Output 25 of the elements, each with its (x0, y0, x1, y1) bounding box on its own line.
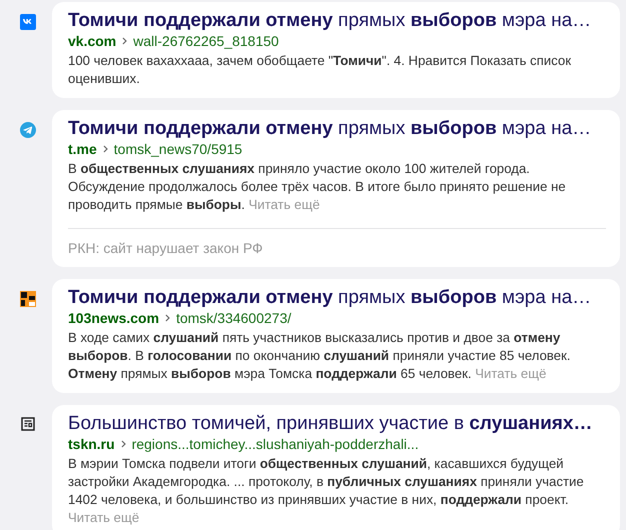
chevron-icon (165, 314, 170, 322)
result-snippet: В ходе самих слушаний пять участников высказались против и двое за отмену выборов. В голосовании по окончанию слушаний приняли участие 85 человек. Отмену прямых выборов мэра Томска поддержали 65 человек. Читать ещё (68, 329, 572, 383)
vk-logo-icon (20, 14, 36, 30)
path-link[interactable]: wall-26762265_818150 (133, 32, 279, 50)
result-title-link[interactable]: Томичи поддержали отмену прямых выборов мэра на… (68, 10, 606, 32)
domain-link[interactable]: t.me (68, 140, 97, 158)
result-snippet: В мэрии Томска подвели итоги общественных слушаний, касавшихся будущей застройки Академгородка. ... протоколу, в публичных слушаниях приняли участие 1402 человека, и большинство из принявших участие в них, поддержали проект. Читать ещё (68, 455, 585, 527)
result-snippet: 100 человек вахаххааа, зачем обобщаете "Томичи". 4. Нравится Показать список оценивших. (68, 52, 572, 88)
chevron-icon (102, 145, 108, 153)
result-title-link[interactable]: Томичи поддержали отмену прямых выборов мэра на… (68, 118, 606, 140)
domain-link[interactable]: 103news.com (68, 309, 160, 327)
path-link[interactable]: tomsk/334600273/ (176, 309, 292, 327)
chevron-icon (120, 440, 126, 448)
chevron-icon (122, 37, 128, 45)
domain-link[interactable]: tskn.ru (68, 435, 115, 453)
paper-plane-icon (20, 122, 36, 138)
result-title-link[interactable]: Томичи поддержали отмену прямых выборов мэра на… (68, 287, 606, 309)
domain-link[interactable]: vk.com (68, 32, 116, 50)
warning-text: РКН: сайт нарушает закон РФ (68, 239, 264, 257)
document-icon (21, 417, 35, 431)
grid-logo-icon (20, 291, 36, 307)
path-link[interactable]: regions...tomichey...slushaniyah-podderzhali... (132, 435, 419, 453)
result-title-link[interactable]: Большинство томичей, принявших участие в слушаниях… (68, 413, 606, 435)
result-snippet: В общественных слушаниях приняло участие около 100 жителей города. Обсуждение продолжалось более трёх часов. В итоге было принято решение не проводить прямые выборы. Читать ещё (68, 160, 567, 214)
path-link[interactable]: tomsk_news70/5915 (114, 140, 242, 158)
